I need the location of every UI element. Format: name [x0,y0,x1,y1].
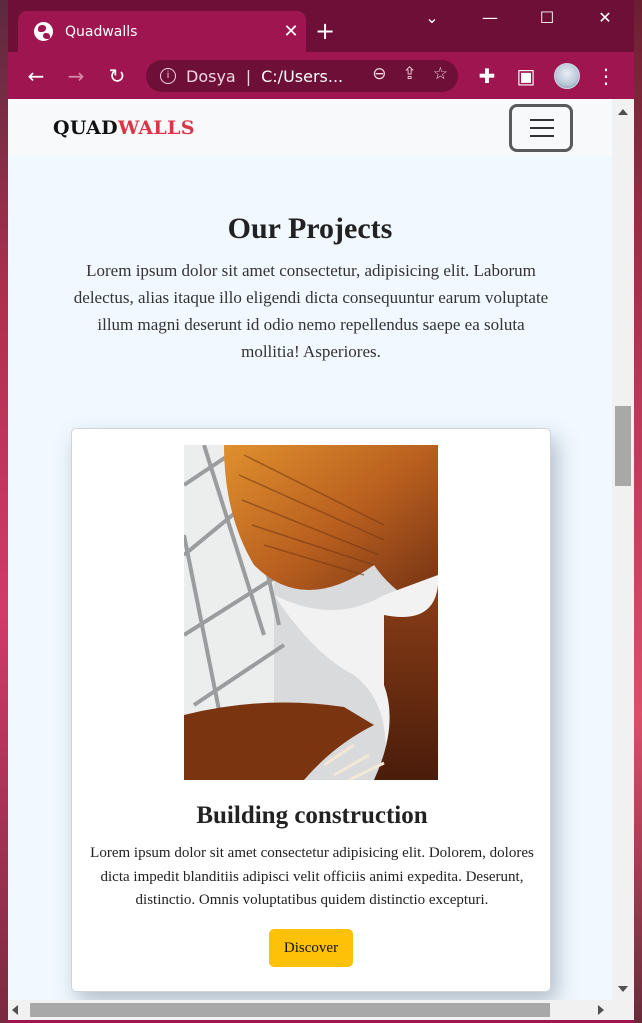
browser-menu-icon[interactable]: ⋮ [593,63,619,89]
browser-window: Quadwalls ✕ + ⌄ — ☐ ✕ ← → ↻ i Dosya | C:… [8,0,634,1023]
scroll-right-arrow-icon[interactable] [598,1005,604,1015]
site-logo[interactable]: QUADWALLS [53,117,195,139]
omnibox-icons: ⊖ ⇪ ☆ [372,64,448,84]
extensions-icon[interactable]: ✚ [474,63,500,89]
reload-button[interactable]: ↻ [104,63,130,89]
address-bar[interactable]: i Dosya | C:/Users... ⊖ ⇪ ☆ [146,60,458,92]
horizontal-scroll-thumb[interactable] [30,1003,550,1017]
tab-quadwalls[interactable]: Quadwalls ✕ [18,11,306,52]
bookmark-star-icon[interactable]: ☆ [433,64,448,84]
brand-part2: WALLS [117,117,195,139]
profile-avatar[interactable] [554,63,580,89]
info-icon[interactable]: i [160,68,176,84]
scroll-down-arrow-icon[interactable] [618,986,628,992]
tab-strip: Quadwalls ✕ + ⌄ — ☐ ✕ [8,0,634,52]
brand-part1: QUAD [53,117,118,139]
forward-button[interactable]: → [63,63,89,89]
omnibox-url[interactable]: C:/Users... [261,67,343,86]
site-navbar: QUADWALLS [8,99,612,156]
tab-close-icon[interactable]: ✕ [276,21,306,42]
omnibox-separator: | [245,66,252,86]
section-title: Our Projects [227,212,393,245]
horizontal-scrollbar[interactable] [8,1000,634,1020]
section-description: Lorem ipsum dolor sit amet consectetur, … [73,261,549,361]
minimize-button[interactable]: — [470,8,510,27]
hamburger-line [530,135,554,137]
page-viewport: QUADWALLS Our Projects Lorem ipsum dolor… [8,99,612,1002]
new-tab-button[interactable]: + [312,18,338,44]
side-panel-icon[interactable]: ▣ [513,63,539,89]
browser-toolbar: ← → ↻ i Dosya | C:/Users... ⊖ ⇪ ☆ ✚ ▣ ⋮ [8,52,634,99]
navbar-toggler-button[interactable] [509,104,573,152]
back-button[interactable]: ← [23,63,49,89]
vertical-scrollbar[interactable] [612,99,634,1002]
share-icon[interactable]: ⇪ [403,64,417,84]
omnibox-label: Dosya [186,66,236,86]
maximize-button[interactable]: ☐ [527,8,567,27]
project-card: Building construction Lorem ipsum dolor … [71,428,551,992]
tab-title: Quadwalls [65,23,138,40]
spiral-staircase-image [184,445,438,780]
card-title: Building construction [196,802,428,829]
discover-button[interactable]: Discover [269,929,353,967]
zoom-icon[interactable]: ⊖ [372,64,386,84]
card-description: Lorem ipsum dolor sit amet consectetur a… [90,845,534,908]
tab-search-icon[interactable]: ⌄ [412,8,452,27]
vertical-scroll-thumb[interactable] [615,406,631,486]
scroll-up-arrow-icon[interactable] [618,109,628,115]
scroll-left-arrow-icon[interactable] [12,1005,18,1015]
globe-icon [34,22,53,41]
hamburger-line [530,119,554,121]
close-window-button[interactable]: ✕ [585,8,625,27]
hamburger-line [530,127,554,129]
